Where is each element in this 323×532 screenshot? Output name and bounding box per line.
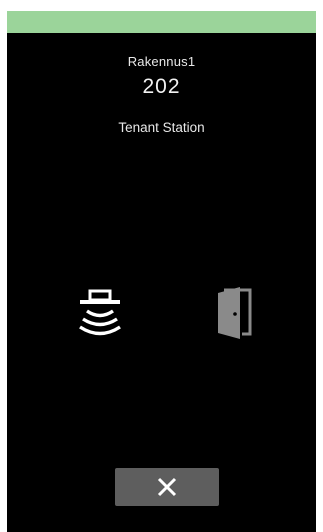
station-type: Tenant Station: [118, 120, 205, 135]
building-name: Rakennus1: [127, 54, 196, 69]
speaker-button[interactable]: [74, 289, 126, 349]
speaker-talk-icon: [79, 289, 121, 336]
door-unlock-button[interactable]: [212, 284, 254, 342]
close-x-icon: [157, 477, 177, 497]
close-button[interactable]: [115, 468, 219, 506]
door-open-icon: [218, 287, 252, 339]
unit-number: 202: [142, 75, 181, 98]
status-bar: [7, 11, 316, 33]
intercom-screen: Rakennus1 202 Tenant Station: [7, 11, 316, 532]
